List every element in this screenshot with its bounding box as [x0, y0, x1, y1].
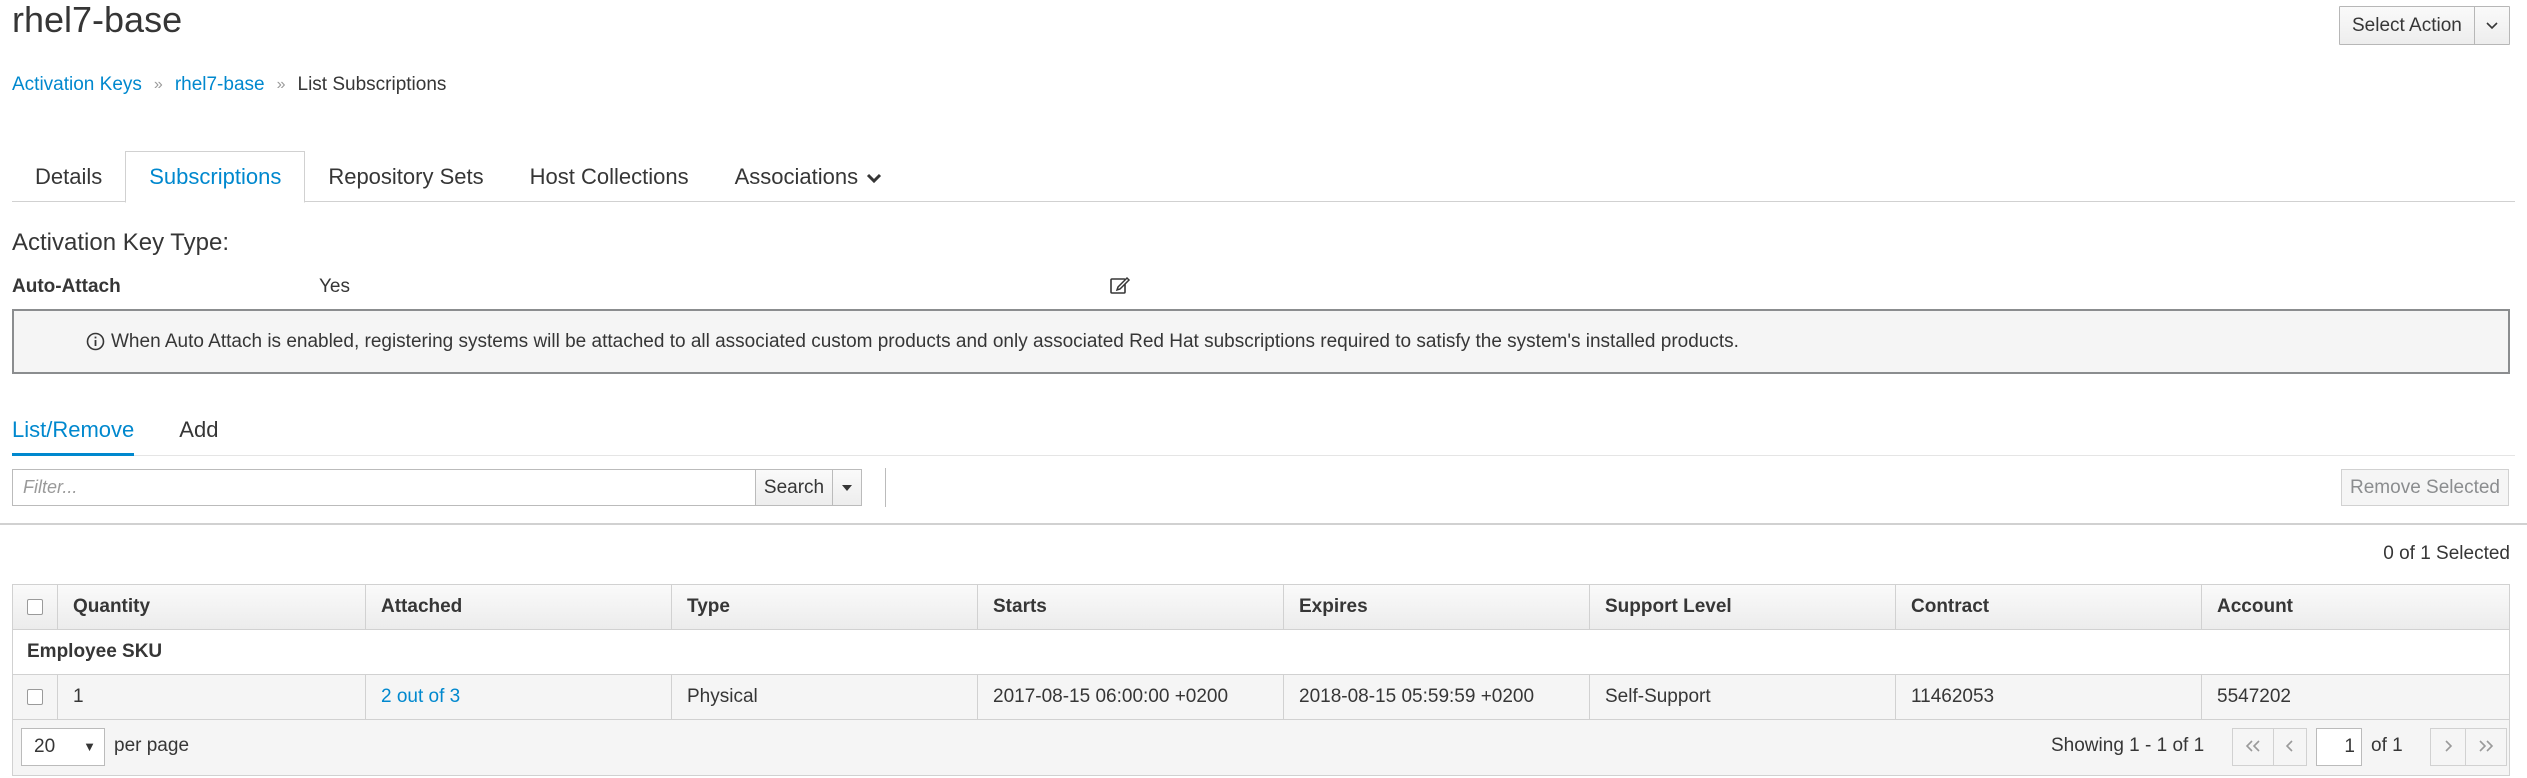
cell-contract: 11462053: [1896, 675, 2202, 719]
auto-attach-value: Yes: [319, 276, 350, 297]
chevron-left-icon: [2285, 736, 2295, 758]
breadcrumb-separator-icon: »: [276, 76, 286, 93]
per-page-value: 20: [34, 736, 56, 757]
table-header-row: Quantity Attached Type Starts Expires Su…: [13, 585, 2509, 630]
search-options-caret-icon[interactable]: [832, 469, 862, 506]
caret-down-icon: ▼: [83, 739, 96, 754]
tab-associations[interactable]: Associations: [712, 151, 906, 202]
breadcrumb-key-name[interactable]: rhel7-base: [175, 74, 265, 96]
column-header-account[interactable]: Account: [2202, 585, 2509, 629]
per-page-select[interactable]: 20 ▼: [21, 728, 105, 766]
table-row: 1 2 out of 3 Physical 2017-08-15 06:00:0…: [13, 675, 2509, 720]
select-action-dropdown[interactable]: Select Action: [2339, 6, 2510, 45]
column-header-quantity[interactable]: Quantity: [58, 585, 366, 629]
tab-subscriptions[interactable]: Subscriptions: [125, 151, 306, 203]
activation-key-type-heading: Activation Key Type:: [12, 229, 230, 256]
subscriptions-table: Quantity Attached Type Starts Expires Su…: [12, 584, 2510, 776]
page-title: rhel7-base: [12, 0, 183, 40]
main-tabs: Details Subscriptions Repository Sets Ho…: [12, 151, 2515, 203]
remove-selected-button[interactable]: Remove Selected: [2341, 469, 2509, 506]
chevron-right-icon: [2443, 736, 2453, 758]
first-page-button[interactable]: [2232, 728, 2274, 766]
double-chevron-left-icon: [2245, 736, 2261, 758]
breadcrumb-current: List Subscriptions: [297, 74, 447, 95]
tab-repository-sets[interactable]: Repository Sets: [305, 151, 506, 202]
next-page-button[interactable]: [2430, 728, 2466, 766]
tab-list-remove[interactable]: List/Remove: [12, 408, 135, 456]
double-chevron-right-icon: [2478, 736, 2494, 758]
column-header-support-level[interactable]: Support Level: [1590, 585, 1896, 629]
tab-add[interactable]: Add: [179, 408, 218, 456]
cell-attached-wrapper: 2 out of 3: [366, 675, 672, 719]
column-header-expires[interactable]: Expires: [1284, 585, 1590, 629]
cell-support-level: Self-Support: [1590, 675, 1896, 719]
search-button[interactable]: Search: [755, 469, 833, 506]
pagination-bar: 20 ▼ per page Showing 1 - 1 of 1 1 of 1: [13, 720, 2509, 775]
edit-icon[interactable]: [1109, 274, 1131, 296]
select-action-label[interactable]: Select Action: [2340, 7, 2475, 44]
info-text: When Auto Attach is enabled, registering…: [111, 330, 1739, 352]
column-header-contract[interactable]: Contract: [1896, 585, 2202, 629]
chevron-down-icon: [866, 152, 882, 202]
showing-range: Showing 1 - 1 of 1: [2051, 735, 2205, 756]
info-icon: [86, 332, 105, 351]
page-total: of 1: [2371, 735, 2403, 756]
breadcrumb: Activation Keys » rhel7-base » List Subs…: [12, 74, 446, 96]
tab-host-collections[interactable]: Host Collections: [507, 151, 712, 202]
auto-attach-label: Auto-Attach: [12, 276, 121, 297]
row-checkbox[interactable]: [27, 689, 43, 705]
current-page-input[interactable]: 1: [2316, 728, 2362, 766]
per-page-label: per page: [114, 735, 190, 756]
cell-starts: 2017-08-15 06:00:00 +0200: [978, 675, 1284, 719]
select-all-checkbox-cell: [13, 585, 58, 629]
cell-type: Physical: [672, 675, 978, 719]
select-all-checkbox[interactable]: [27, 599, 43, 615]
sub-tabs: List/Remove Add: [12, 408, 2515, 456]
auto-attach-info-alert: When Auto Attach is enabled, registering…: [12, 309, 2510, 374]
breadcrumb-activation-keys[interactable]: Activation Keys: [12, 74, 142, 96]
chevron-down-icon[interactable]: [2475, 7, 2509, 44]
toolbar-divider: [885, 468, 886, 507]
tab-associations-label: Associations: [734, 163, 859, 189]
cell-quantity: 1: [58, 675, 366, 719]
cell-attached-link[interactable]: 2 out of 3: [381, 686, 460, 708]
column-header-type[interactable]: Type: [672, 585, 978, 629]
tab-details[interactable]: Details: [12, 151, 125, 202]
toolbar-separator: [0, 523, 2527, 525]
selected-count: 0 of 1 Selected: [2383, 543, 2510, 564]
cell-expires: 2018-08-15 05:59:59 +0200: [1284, 675, 1590, 719]
column-header-starts[interactable]: Starts: [978, 585, 1284, 629]
table-group-header: Employee SKU: [13, 630, 2509, 675]
row-checkbox-cell: [13, 675, 58, 719]
previous-page-button[interactable]: [2273, 728, 2307, 766]
breadcrumb-separator-icon: »: [153, 76, 163, 93]
cell-account: 5547202: [2217, 686, 2291, 707]
last-page-button[interactable]: [2465, 728, 2507, 766]
column-header-attached[interactable]: Attached: [366, 585, 672, 629]
filter-input[interactable]: [12, 469, 756, 506]
